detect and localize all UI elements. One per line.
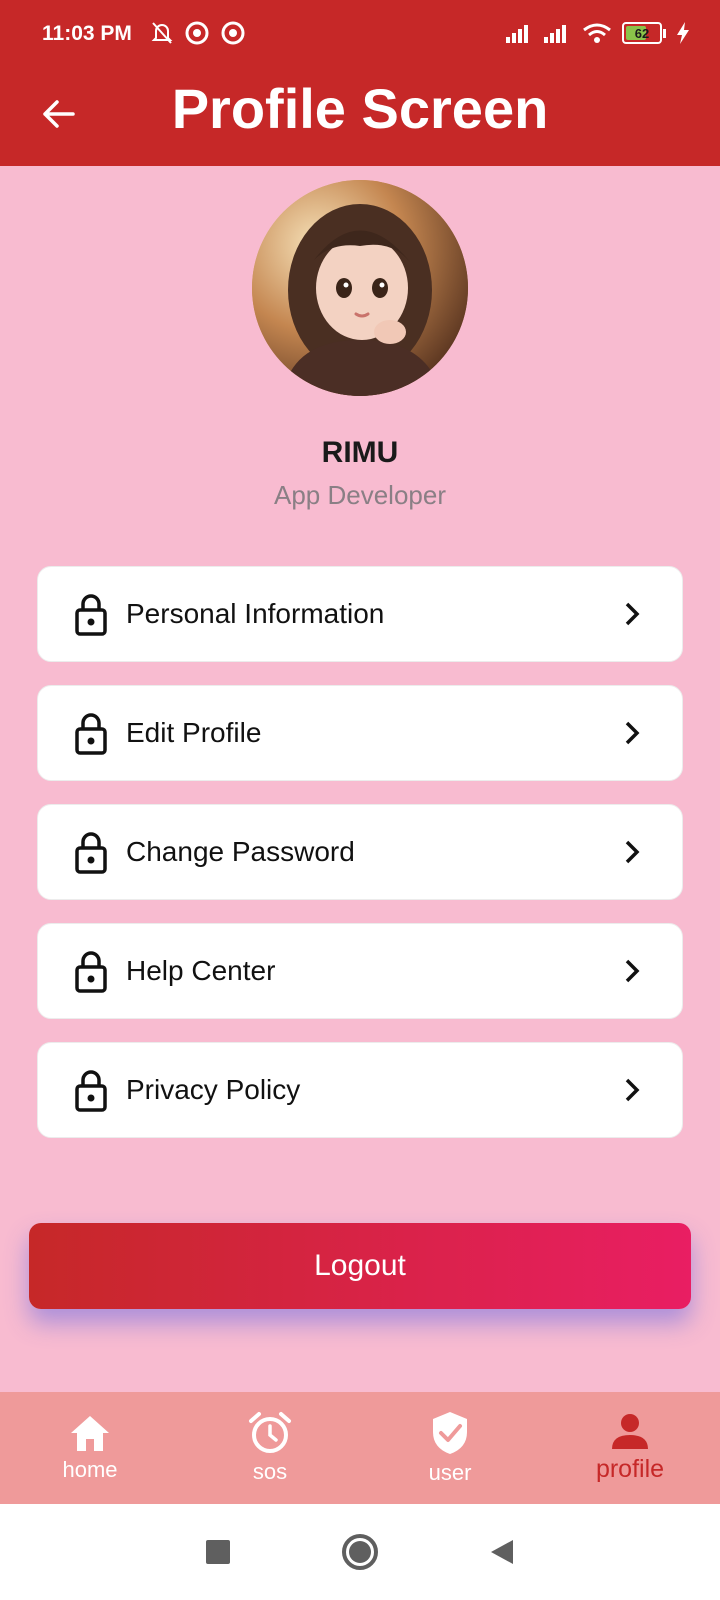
nav-item-sos[interactable]: sos (180, 1392, 360, 1504)
nav-label: user (428, 1460, 472, 1485)
lock-icon (75, 713, 107, 755)
battery-icon: 62 (622, 22, 662, 44)
wifi-icon (583, 23, 611, 43)
menu-item-label: Privacy Policy (126, 1074, 301, 1105)
status-time: 11:03 PM (42, 22, 132, 45)
menu-item-help-center[interactable]: Help Center (37, 923, 683, 1019)
charging-icon (677, 22, 689, 44)
menu-item-label: Personal Information (126, 598, 385, 629)
home-icon (71, 1416, 109, 1451)
menu-item-privacy-policy[interactable]: Privacy Policy (37, 1042, 683, 1138)
app-bar: Profile Screen (0, 70, 720, 166)
lock-icon (75, 594, 107, 636)
avatar (252, 180, 468, 396)
lock-icon (75, 1070, 107, 1112)
nav-item-user[interactable]: user (360, 1392, 540, 1504)
mute-bell-icon (151, 22, 173, 44)
user-role: App Developer (274, 480, 446, 510)
person-icon (612, 1413, 648, 1449)
bottom-navigation: home sos user profile (0, 1392, 720, 1504)
nav-item-profile[interactable]: profile (540, 1392, 720, 1504)
shield-check-icon (433, 1412, 467, 1454)
profile-menu: Personal Information Edit Profile Change… (37, 566, 683, 1161)
system-navigation-bar (0, 1504, 720, 1600)
menu-item-label: Edit Profile (126, 717, 262, 748)
chevron-right-icon (625, 1078, 640, 1102)
menu-item-change-password[interactable]: Change Password (37, 804, 683, 900)
back-button-icon[interactable] (489, 1538, 515, 1566)
lock-icon (75, 832, 107, 874)
menu-item-label: Change Password (126, 836, 355, 867)
menu-item-edit-profile[interactable]: Edit Profile (37, 685, 683, 781)
chevron-right-icon (625, 959, 640, 983)
chevron-right-icon (625, 721, 640, 745)
user-name: RIMU (321, 436, 399, 469)
chevron-right-icon (625, 840, 640, 864)
nav-item-home[interactable]: home (0, 1392, 180, 1504)
nav-label: profile (595, 1454, 665, 1483)
menu-item-personal-information[interactable]: Personal Information (37, 566, 683, 662)
nav-label: sos (252, 1459, 288, 1484)
status-notification-icons (150, 20, 246, 46)
alarm-clock-icon (249, 1412, 291, 1453)
chevron-right-icon (625, 602, 640, 626)
status-system-icons: 62 (506, 22, 690, 44)
page-title: Profile Screen (171, 77, 549, 140)
signal-icon (506, 25, 528, 43)
home-button-icon[interactable] (341, 1533, 379, 1571)
signal-icon (544, 25, 566, 43)
menu-item-label: Help Center (126, 955, 276, 986)
app-notification-icon (185, 21, 209, 45)
nav-label: home (62, 1457, 118, 1482)
status-bar: 11:03 PM 62 (0, 0, 720, 70)
recents-button-icon[interactable] (205, 1539, 231, 1565)
lock-icon (75, 951, 107, 993)
battery-level: 62 (634, 25, 650, 41)
app-notification-icon (221, 21, 245, 45)
logout-button[interactable]: Logout (29, 1223, 691, 1309)
